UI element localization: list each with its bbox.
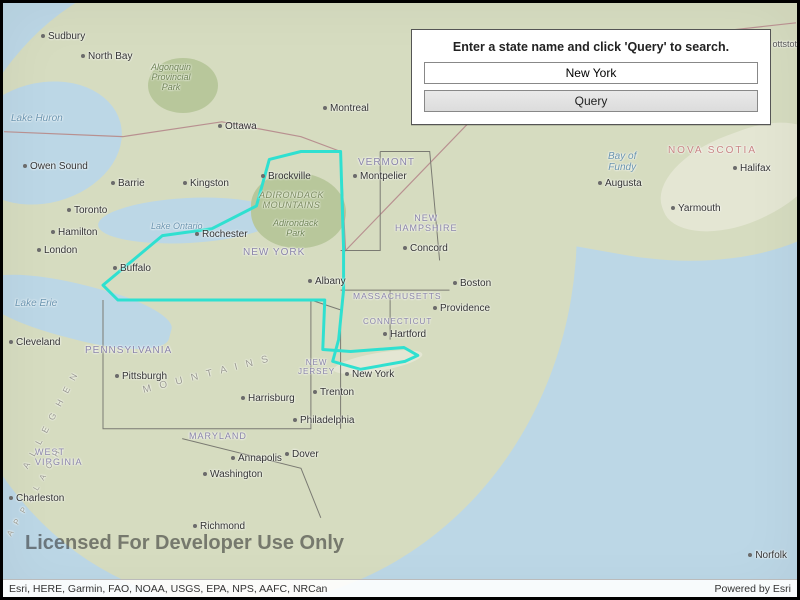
state-name-input[interactable] [424, 62, 758, 84]
attribution-bar: Esri, HERE, Garmin, FAO, NOAA, USGS, EPA… [3, 579, 797, 597]
app-frame: Lake Huron Lake Ontario Lake Erie Bay of… [0, 0, 800, 600]
query-prompt: Enter a state name and click 'Query' to … [424, 40, 758, 54]
query-button[interactable]: Query [424, 90, 758, 112]
park-algonquin [148, 58, 218, 113]
query-panel: Enter a state name and click 'Query' to … [411, 29, 771, 125]
attribution-sources: Esri, HERE, Garmin, FAO, NOAA, USGS, EPA… [9, 583, 327, 595]
attribution-powered-by: Powered by Esri [715, 583, 791, 595]
park-adirondack [251, 173, 346, 248]
